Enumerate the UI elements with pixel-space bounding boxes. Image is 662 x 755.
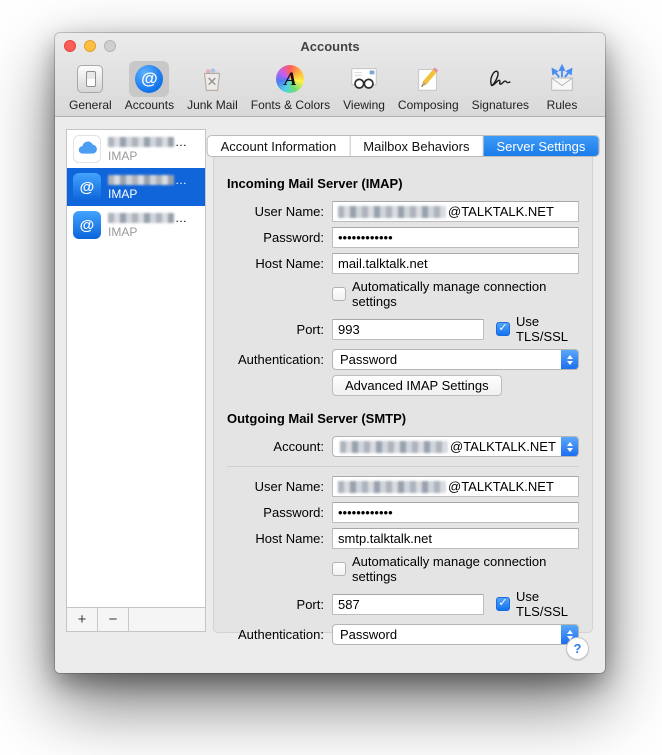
traffic-lights: [64, 40, 116, 52]
outgoing-auto-manage-checkbox[interactable]: ✓: [332, 562, 346, 576]
popup-stepper-icon: [561, 437, 578, 456]
toolbar-label: Junk Mail: [187, 98, 238, 112]
advanced-imap-settings-button[interactable]: Advanced IMAP Settings: [332, 375, 502, 396]
rainbow-letter-a-icon: A: [276, 65, 304, 93]
incoming-password-input[interactable]: [332, 227, 579, 248]
toolbar-label: Rules: [547, 98, 578, 112]
outgoing-auth-select[interactable]: Password: [332, 624, 579, 645]
incoming-tls-label: Use TLS/SSL: [516, 314, 579, 344]
trash-basket-icon: [197, 64, 227, 94]
incoming-auth-select[interactable]: Password: [332, 349, 579, 370]
account-name-redacted: …: [108, 174, 187, 186]
envelope-glasses-icon: [349, 64, 379, 94]
toolbar-label: General: [69, 98, 112, 112]
account-type-label: IMAP: [108, 150, 187, 162]
accounts-pane: … IMAP @ … IMAP @ … IMAP: [55, 117, 605, 673]
pencil-page-icon: [413, 64, 443, 94]
window-header: Accounts General @ Accounts: [55, 33, 605, 117]
toolbar-item-signatures[interactable]: Signatures: [472, 61, 529, 112]
outgoing-auto-manage-label: Automatically manage connection settings: [352, 554, 579, 584]
outgoing-auth-label: Authentication:: [227, 627, 324, 642]
preferences-window: Accounts General @ Accounts: [55, 33, 605, 673]
help-button[interactable]: ?: [566, 637, 589, 660]
incoming-hostname-input[interactable]: [332, 253, 579, 274]
outgoing-username-field[interactable]: @TALKTALK.NET: [332, 476, 579, 497]
toolbar-item-viewing[interactable]: Viewing: [343, 61, 385, 112]
account-row-talktalk[interactable]: @ … IMAP: [67, 168, 205, 206]
incoming-tls-checkbox[interactable]: ✓: [496, 322, 510, 336]
incoming-username-field[interactable]: @TALKTALK.NET: [332, 201, 579, 222]
tab-account-information[interactable]: Account Information: [208, 136, 351, 156]
section-divider: [227, 466, 579, 467]
account-list: … IMAP @ … IMAP @ … IMAP: [66, 129, 206, 632]
toolbar-label: Viewing: [343, 98, 385, 112]
incoming-hostname-label: Host Name:: [227, 256, 324, 271]
outgoing-password-input[interactable]: [332, 502, 579, 523]
minimize-button[interactable]: [84, 40, 96, 52]
remove-account-button[interactable]: −: [98, 608, 129, 631]
outgoing-hostname-label: Host Name:: [227, 531, 324, 546]
account-list-footer: + −: [67, 607, 205, 631]
at-circle-icon: @: [135, 65, 163, 93]
icloud-icon: [73, 135, 101, 163]
rules-envelope-arrows-icon: [547, 64, 577, 94]
tab-server-settings[interactable]: Server Settings: [483, 136, 598, 156]
toolbar-label: Fonts & Colors: [251, 98, 330, 112]
incoming-section-heading: Incoming Mail Server (IMAP): [227, 176, 579, 191]
outgoing-account-select[interactable]: @TALKTALK.NET: [332, 436, 579, 457]
outgoing-account-label: Account:: [227, 439, 324, 454]
at-account-icon: @: [73, 211, 101, 239]
redacted-text: [338, 206, 446, 218]
toolbar-item-junk-mail[interactable]: Junk Mail: [187, 61, 238, 112]
titlebar: Accounts: [55, 33, 605, 59]
outgoing-tls-label: Use TLS/SSL: [516, 589, 579, 619]
zoom-button[interactable]: [104, 40, 116, 52]
outgoing-hostname-input[interactable]: [332, 528, 579, 549]
account-row-third[interactable]: @ … IMAP: [67, 206, 205, 244]
incoming-port-label: Port:: [227, 322, 324, 337]
add-account-button[interactable]: +: [67, 608, 98, 631]
incoming-username-label: User Name:: [227, 204, 324, 219]
outgoing-section-heading: Outgoing Mail Server (SMTP): [227, 411, 579, 426]
signature-icon: [485, 64, 515, 94]
window-title: Accounts: [55, 33, 605, 60]
incoming-password-label: Password:: [227, 230, 324, 245]
close-button[interactable]: [64, 40, 76, 52]
tab-bar: Account Information Mailbox Behaviors Se…: [207, 135, 600, 157]
toolbar-item-accounts[interactable]: @ Accounts: [125, 61, 174, 112]
popup-stepper-icon: [561, 350, 578, 369]
outgoing-username-label: User Name:: [227, 479, 324, 494]
username-suffix: @TALKTALK.NET: [448, 204, 554, 219]
toolbar-label: Composing: [398, 98, 459, 112]
account-row-icloud[interactable]: … IMAP: [67, 130, 205, 168]
toolbar-item-rules[interactable]: Rules: [542, 61, 582, 112]
preferences-toolbar: General @ Accounts Junk Mail: [55, 59, 605, 116]
light-switch-icon: [77, 65, 103, 93]
toolbar-item-general[interactable]: General: [69, 61, 112, 112]
redacted-text: [338, 481, 446, 493]
toolbar-item-fonts-colors[interactable]: A Fonts & Colors: [251, 61, 330, 112]
settings-panel: Account Information Mailbox Behaviors Se…: [213, 145, 593, 633]
username-suffix: @TALKTALK.NET: [448, 479, 554, 494]
at-account-icon: @: [73, 173, 101, 201]
outgoing-tls-checkbox[interactable]: ✓: [496, 597, 510, 611]
toolbar-item-composing[interactable]: Composing: [398, 61, 459, 112]
toolbar-label: Accounts: [125, 98, 174, 112]
incoming-auth-label: Authentication:: [227, 352, 324, 367]
incoming-port-input[interactable]: [332, 319, 484, 340]
account-suffix: @TALKTALK.NET: [450, 439, 556, 454]
tab-mailbox-behaviors[interactable]: Mailbox Behaviors: [350, 136, 483, 156]
redacted-text: [340, 441, 448, 453]
incoming-auto-manage-checkbox[interactable]: ✓: [332, 287, 346, 301]
toolbar-label: Signatures: [472, 98, 529, 112]
outgoing-port-label: Port:: [227, 597, 324, 612]
incoming-auto-manage-label: Automatically manage connection settings: [352, 279, 579, 309]
account-name-redacted: …: [108, 212, 187, 224]
outgoing-port-input[interactable]: [332, 594, 484, 615]
account-type-label: IMAP: [108, 226, 187, 238]
account-type-label: IMAP: [108, 188, 187, 200]
outgoing-password-label: Password:: [227, 505, 324, 520]
account-name-redacted: …: [108, 136, 187, 148]
